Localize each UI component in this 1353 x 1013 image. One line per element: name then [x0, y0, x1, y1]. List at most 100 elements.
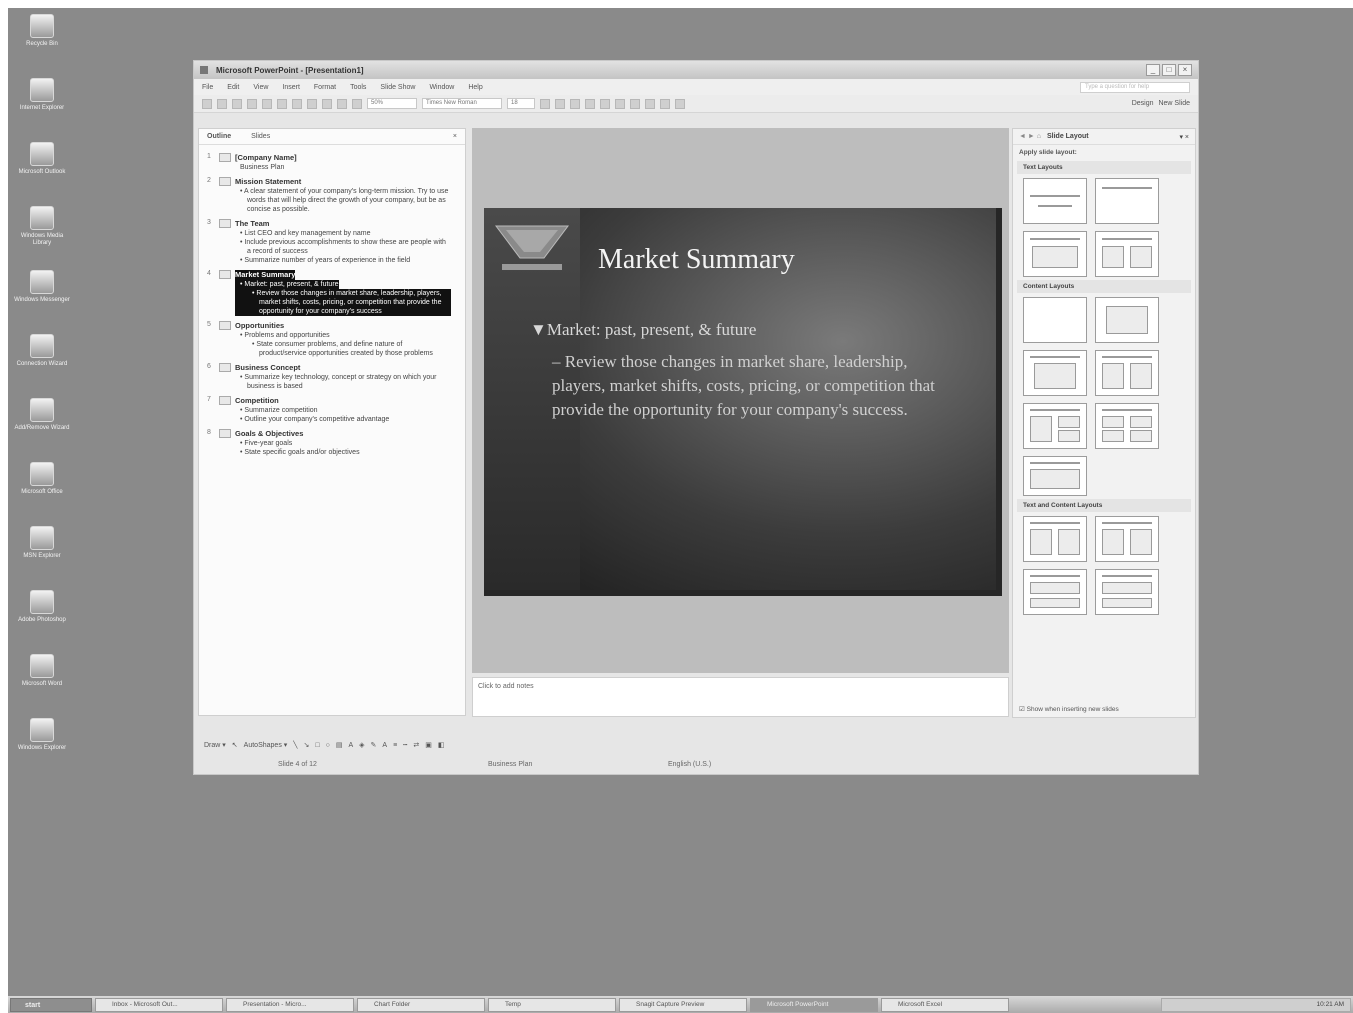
outline-slide-entry[interactable]: 2 Mission Statement • A clear statement of…	[207, 177, 451, 214]
outline-slide-entry[interactable]: 7 Competition • Summarize competition • Out…	[207, 396, 451, 424]
help-search-input[interactable]: Type a question for help	[1080, 81, 1190, 93]
bold-icon[interactable]	[540, 98, 550, 109]
layout-title-and-content-grid[interactable]	[1023, 456, 1087, 496]
outline-bullet[interactable]: Business Plan	[235, 163, 451, 172]
notes-pane[interactable]: Click to add notes	[472, 677, 1009, 717]
font-select[interactable]: Times New Roman	[422, 98, 502, 109]
draw-menu[interactable]: Draw ▾	[204, 741, 226, 749]
copy-icon[interactable]	[292, 98, 302, 109]
arrow-style-icon[interactable]: ⇄	[413, 741, 419, 749]
outline-bullet[interactable]: • Summarize competition	[235, 406, 451, 415]
layout-text-over-content[interactable]	[1023, 569, 1087, 615]
slide-icon[interactable]	[219, 177, 231, 186]
zoom-select[interactable]: 50%	[367, 98, 417, 109]
menu-item-edit[interactable]: Edit	[227, 84, 239, 91]
close-icon[interactable]: ▾ ×	[1179, 133, 1189, 141]
layout-content-over-text[interactable]	[1095, 569, 1159, 615]
show-on-insert-checkbox[interactable]: ☑ Show when inserting new slides	[1019, 705, 1119, 713]
outline-bullet[interactable]: • List CEO and key management by name	[235, 229, 451, 238]
slide-title[interactable]: Market Summary	[598, 244, 795, 276]
outline-slide-title[interactable]: Mission Statement	[235, 177, 451, 187]
bullets-icon[interactable]	[660, 98, 670, 109]
outline-slide-entry[interactable]: 1 [Company Name] Business Plan	[207, 153, 451, 172]
desktop-icon[interactable]: Windows Messenger	[14, 270, 70, 304]
underline-icon[interactable]	[570, 98, 580, 109]
layout-title-only[interactable]	[1095, 178, 1159, 224]
outline-slide-title[interactable]: Market Summary	[235, 270, 296, 280]
outline-bullet[interactable]: • Summarize number of years of experienc…	[235, 256, 451, 265]
menu-item-view[interactable]: View	[253, 84, 268, 91]
3d-style-icon[interactable]: ◧	[438, 741, 445, 749]
taskbar-button[interactable]: Microsoft PowerPoint	[750, 997, 878, 1012]
shadow-icon[interactable]	[585, 98, 595, 109]
table-icon[interactable]	[352, 98, 362, 109]
fill-color-icon[interactable]: ◈	[359, 741, 364, 749]
start-button[interactable]: start	[10, 997, 92, 1012]
menu-item-help[interactable]: Help	[468, 84, 482, 91]
slide-icon[interactable]	[219, 321, 231, 330]
taskbar-button[interactable]: Chart Folder	[357, 997, 485, 1012]
minimize-button[interactable]: _	[1146, 64, 1160, 76]
oval-icon[interactable]: ○	[326, 742, 330, 749]
slide-canvas[interactable]: Market Summary ▼Market: past, present, &…	[484, 208, 1002, 596]
desktop-icon[interactable]: Recycle Bin	[14, 14, 70, 48]
outline-slide-title[interactable]: Business Concept	[235, 363, 451, 373]
layout-text-and-content[interactable]	[1023, 516, 1087, 562]
outline-slide-entry[interactable]: 6 Business Concept • Summarize key technol…	[207, 363, 451, 391]
outline-bullet[interactable]: • Five-year goals	[235, 439, 451, 448]
align-center-icon[interactable]	[615, 98, 625, 109]
font-color-icon[interactable]	[675, 98, 685, 109]
close-icon[interactable]: ×	[453, 133, 457, 140]
taskbar-button[interactable]: Microsoft Excel	[881, 997, 1009, 1012]
layout-blank[interactable]	[1023, 297, 1087, 343]
layout-two-column-text[interactable]	[1095, 231, 1159, 277]
maximize-button[interactable]: □	[1162, 64, 1176, 76]
print-icon[interactable]	[247, 98, 257, 109]
outline-slide-entry[interactable]: 4 Market Summary • Market: past, present, …	[207, 270, 451, 316]
outline-slide-entry[interactable]: 5 Opportunities • Problems and opportuniti…	[207, 321, 451, 358]
line-color-icon[interactable]: ✎	[371, 741, 377, 749]
menu-item-slide-show[interactable]: Slide Show	[380, 84, 415, 91]
tab-slides[interactable]: Slides	[251, 133, 270, 140]
title-bar[interactable]: Microsoft PowerPoint - [Presentation1] _…	[194, 61, 1198, 79]
cut-icon[interactable]	[277, 98, 287, 109]
outline-content[interactable]: 1 [Company Name] Business Plan 2 Mission Sta…	[199, 145, 465, 457]
outline-bullet[interactable]: • Include previous accomplishments to sh…	[235, 238, 451, 256]
numbering-icon[interactable]	[645, 98, 655, 109]
slide-icon[interactable]	[219, 396, 231, 405]
outline-bullet[interactable]: • State specific goals and/or objectives	[235, 448, 451, 457]
taskbar-button[interactable]: Presentation - Micro...	[226, 997, 354, 1012]
arrow-icon[interactable]: ↘	[304, 741, 310, 749]
desktop-icon[interactable]: Windows Explorer	[14, 718, 70, 752]
outline-bullet[interactable]: • Review those changes in market share, …	[235, 289, 451, 316]
outline-slide-entry[interactable]: 8 Goals & Objectives • Five-year goals • St…	[207, 429, 451, 457]
taskbar-button[interactable]: Temp	[488, 997, 616, 1012]
shadow-style-icon[interactable]: ▣	[425, 741, 432, 749]
textbox-icon[interactable]: ▤	[336, 741, 343, 749]
paste-icon[interactable]	[307, 98, 317, 109]
close-button[interactable]: ×	[1178, 64, 1192, 76]
tab-outline[interactable]: Outline	[207, 133, 231, 140]
outline-bullet[interactable]: • Market: past, present, & future	[235, 280, 339, 289]
dash-style-icon[interactable]: ┅	[403, 741, 407, 749]
wordart-icon[interactable]: A	[348, 742, 353, 749]
desktop-icon[interactable]: Microsoft Word	[14, 654, 70, 688]
layout-title-and-four-content[interactable]	[1095, 403, 1159, 449]
open-icon[interactable]	[217, 98, 227, 109]
desktop-icon[interactable]: MSN Explorer	[14, 526, 70, 560]
line-style-icon[interactable]: ≡	[393, 742, 397, 749]
slide-icon[interactable]	[219, 429, 231, 438]
desktop-icon[interactable]: Connection Wizard	[14, 334, 70, 368]
new-icon[interactable]	[202, 98, 212, 109]
outline-slide-entry[interactable]: 3 The Team • List CEO and key management b…	[207, 219, 451, 265]
desktop-icon[interactable]: Windows Media Library	[14, 206, 70, 247]
spelling-icon[interactable]	[262, 98, 272, 109]
slide-icon[interactable]	[219, 153, 231, 162]
font-size-select[interactable]: 18	[507, 98, 535, 109]
align-right-icon[interactable]	[630, 98, 640, 109]
desktop-icon[interactable]: Microsoft Outlook	[14, 142, 70, 176]
layout-title-and-text[interactable]	[1023, 231, 1087, 277]
task-pane-nav-icon[interactable]: ◄ ► ⌂	[1019, 133, 1041, 140]
save-icon[interactable]	[232, 98, 242, 109]
autoshapes-menu[interactable]: AutoShapes ▾	[244, 741, 288, 749]
